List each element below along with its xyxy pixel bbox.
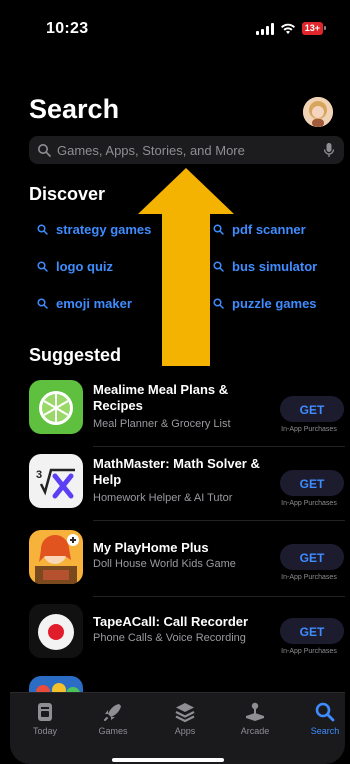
app-store-screen: 10:23 13+ Search Games, Apps, Stories, a… [10,0,345,764]
discover-item[interactable]: emoji maker [37,296,132,311]
get-button[interactable]: GET [280,396,344,422]
app-name: TapeACall: Call Recorder [93,614,249,629]
in-app-purchases-note: In-App Purchases [281,426,337,433]
discover-item[interactable]: logo quiz [37,259,113,274]
app-subtitle: Phone Calls & Voice Recording [93,632,246,644]
app-row-mealime[interactable]: Mealime Meal Plans & Recipes Meal Planne… [29,374,344,438]
status-time: 10:23 [46,20,89,37]
discover-item-label: pdf scanner [232,222,306,237]
get-button[interactable]: GET [280,618,344,644]
myplayhome-app-icon [29,530,83,584]
page-title: Search [29,94,120,124]
divider [93,520,345,521]
cellular-signal-icon [255,22,274,35]
account-avatar[interactable] [303,97,333,127]
status-icons: 13+ [255,22,327,35]
battery-indicator: 13+ [301,22,327,35]
suggested-heading: Suggested [29,345,122,365]
layers-icon [175,703,195,723]
app-subtitle: Doll House World Kids Game [93,558,236,570]
tab-today[interactable]: Today [14,701,76,736]
discover-item[interactable]: strategy games [37,222,151,237]
search-icon [315,702,335,722]
tab-label: Today [32,726,58,736]
rocket-icon [104,704,121,721]
app-subtitle: Meal Planner & Grocery List [93,418,231,430]
tapeacall-app-icon [29,604,83,658]
tab-apps[interactable]: Apps [154,701,216,736]
discover-item-label: bus simulator [232,259,318,274]
get-button[interactable]: GET [280,470,344,496]
in-app-purchases-note: In-App Purchases [281,574,337,581]
discover-item-label: puzzle games [232,296,317,311]
app-name: My PlayHome Plus [93,540,209,555]
home-indicator[interactable] [112,758,224,762]
discover-item-label: logo quiz [56,259,114,274]
tab-label: Arcade [240,726,270,736]
divider [93,446,345,447]
mathmaster-app-icon: 3 [29,454,83,508]
tab-label: Games [98,726,128,736]
get-button[interactable]: GET [280,544,344,570]
search-bar[interactable] [29,136,344,164]
app-row-tapeacall[interactable]: TapeACall: Call Recorder Phone Calls & V… [29,598,344,662]
search-input[interactable] [51,136,322,164]
app-name: Mealime Meal Plans & Recipes [93,382,229,413]
mealime-app-icon [29,380,83,434]
search-icon [37,261,48,272]
search-icon [37,224,48,235]
tab-label: Search [310,726,340,736]
app-row-mathmaster[interactable]: 3 MathMaster: Math Solver & Help Homewor… [29,448,344,512]
microphone-icon[interactable] [322,142,336,158]
search-icon [38,144,51,157]
swipe-up-arrow-icon [138,168,234,366]
tab-label: Apps [174,726,196,736]
app-row-myplayhome[interactable]: My PlayHome Plus Doll House World Kids G… [29,524,344,588]
status-bar: 10:23 13+ [10,0,345,58]
tab-games[interactable]: Games [82,701,144,736]
joystick-icon [246,702,264,721]
tab-arcade[interactable]: Arcade [224,701,286,736]
svg-text:3: 3 [36,469,42,481]
divider [93,596,345,597]
today-icon [38,703,52,721]
wifi-icon [280,23,295,34]
discover-item-label: emoji maker [56,296,132,311]
search-icon [37,298,48,309]
in-app-purchases-note: In-App Purchases [281,500,337,507]
discover-heading: Discover [29,184,106,204]
app-name: MathMaster: Math Solver & Help [93,456,260,487]
tab-search[interactable]: Search [294,701,345,736]
in-app-purchases-note: In-App Purchases [281,648,337,655]
avatar-image-icon [303,97,333,127]
app-subtitle: Homework Helper & AI Tutor [93,492,233,504]
tab-bar: Today Games Apps Arcade Search [10,692,345,764]
